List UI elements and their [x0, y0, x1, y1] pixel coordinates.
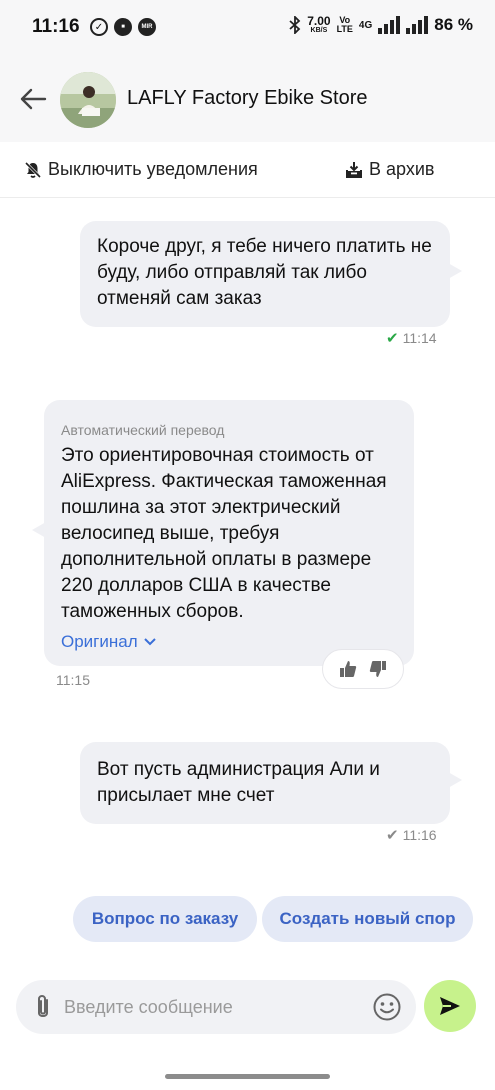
auto-translation-label: Автоматический перевод	[61, 422, 225, 438]
thumbs-down-button[interactable]	[369, 660, 387, 678]
bluetooth-icon	[289, 16, 301, 34]
home-indicator[interactable]	[165, 1074, 330, 1079]
message-time: 11:16	[402, 827, 437, 843]
archive-icon	[346, 161, 362, 178]
message-input[interactable]	[64, 990, 364, 1024]
send-button[interactable]	[424, 980, 476, 1032]
chat-action-bar: Выключить уведомления В архив	[0, 142, 495, 198]
original-label: Оригинал	[61, 632, 138, 651]
status-notification-icons: ✓ ■ MIR	[90, 18, 156, 36]
volte-indicator: Vo LTE	[336, 15, 353, 34]
message-composer	[16, 980, 416, 1034]
status-bar: 11:16 ✓ ■ MIR 7.00 KB/S Vo LTE 4G 86 %	[0, 0, 495, 56]
sent-check-icon: ✔	[386, 827, 399, 844]
chat-header: LAFLY Factory Ebike Store	[0, 56, 495, 142]
smile-icon	[373, 993, 401, 1021]
signal-icon-2	[406, 16, 429, 34]
status-time: 11:16	[32, 16, 80, 37]
network-4g: 4G	[358, 19, 373, 31]
thumbs-down-icon	[369, 661, 386, 677]
archive-button[interactable]: В архив	[345, 159, 434, 180]
message-meta: ✔ 11:16	[386, 826, 437, 844]
back-arrow-icon	[20, 88, 47, 110]
attach-button[interactable]	[32, 993, 54, 1026]
read-check-icon: ✔	[386, 330, 399, 347]
message-time: 11:14	[402, 330, 437, 346]
bell-off-icon	[24, 161, 42, 178]
avatar-image	[60, 72, 116, 128]
battery-level: 86 %	[434, 15, 473, 34]
quick-reply-new-dispute[interactable]: Создать новый спор	[262, 896, 473, 942]
thumbs-up-button[interactable]	[339, 660, 357, 678]
paperclip-icon	[38, 995, 48, 1017]
thumbs-up-icon	[340, 661, 357, 677]
mute-label: Выключить уведомления	[48, 159, 258, 179]
quick-reply-order-question[interactable]: Вопрос по заказу	[73, 896, 257, 942]
message-meta: 11:15	[56, 672, 90, 688]
back-button[interactable]	[16, 82, 50, 116]
message-text: Вот пусть администрация Али и присылает …	[97, 759, 380, 806]
message-bubble-outgoing[interactable]: Вот пусть администрация Али и присылает …	[80, 742, 462, 824]
bubble-tail	[32, 522, 46, 538]
bag-icon: ■	[114, 18, 132, 36]
store-avatar[interactable]	[60, 72, 116, 128]
archive-label: В архив	[369, 159, 435, 179]
status-system-icons: 7.00 KB/S Vo LTE 4G 86 %	[289, 15, 473, 35]
signal-icon	[378, 16, 401, 34]
speed-indicator: 7.00 KB/S	[307, 14, 331, 34]
message-text: Короче друг, я тебе ничего платить не бу…	[97, 236, 432, 309]
bubble-tail	[448, 772, 462, 788]
message-meta: ✔ 11:14	[386, 329, 437, 347]
emoji-button[interactable]	[372, 992, 402, 1027]
chat-messages[interactable]: Короче друг, я тебе ничего платить не бу…	[0, 198, 495, 958]
message-text: Это ориентировочная стоимость от AliExpr…	[61, 445, 387, 622]
mir-icon: MIR	[138, 18, 156, 36]
check-circle-icon: ✓	[90, 18, 108, 36]
message-bubble-outgoing[interactable]: Короче друг, я тебе ничего платить не бу…	[80, 221, 462, 327]
message-time: 11:15	[56, 672, 90, 688]
chevron-down-icon	[143, 638, 156, 646]
send-icon	[440, 997, 460, 1015]
store-name[interactable]: LAFLY Factory Ebike Store	[127, 87, 367, 110]
bubble-tail	[448, 263, 462, 279]
show-original-link[interactable]: Оригинал	[61, 629, 156, 655]
message-bubble-incoming[interactable]: Автоматический перевод Это ориентировочн…	[32, 400, 414, 666]
mute-notifications-button[interactable]: Выключить уведомления	[24, 159, 258, 180]
message-rating	[322, 649, 404, 689]
